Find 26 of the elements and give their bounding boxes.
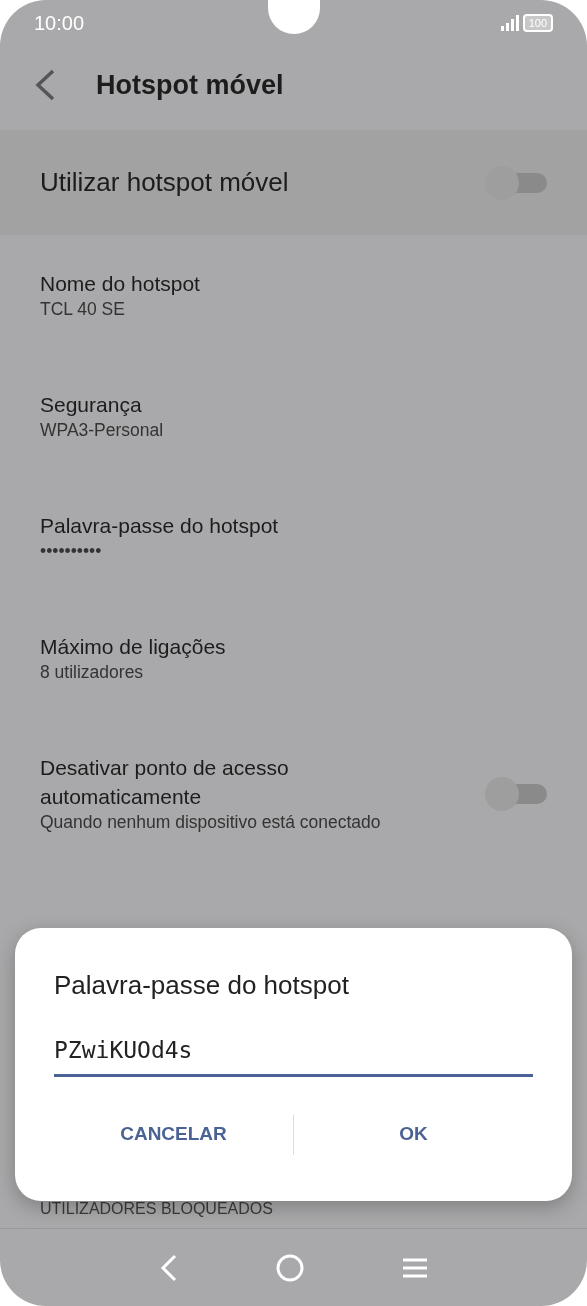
ok-button[interactable]: OK xyxy=(294,1114,533,1155)
setting-summary: 8 utilizadores xyxy=(40,661,145,685)
setting-title: Palavra-passe do hotspot xyxy=(40,512,280,539)
back-icon[interactable] xyxy=(34,68,56,102)
setting-title: Segurança xyxy=(40,391,143,418)
setting-title: Desativar ponto de acesso automaticamente xyxy=(40,755,290,810)
setting-summary: WPA3-Personal xyxy=(40,419,165,443)
setting-title: Máximo de ligações xyxy=(40,633,227,660)
password-field[interactable]: PZwiKUOd4s xyxy=(54,1033,533,1077)
cancel-button[interactable]: CANCELAR xyxy=(54,1114,293,1155)
signal-icon xyxy=(500,15,519,31)
camera-notch xyxy=(268,0,320,34)
toggle-switch[interactable] xyxy=(485,165,547,200)
dialog-title: Palavra-passe do hotspot xyxy=(54,969,350,1002)
toggle-switch[interactable] xyxy=(485,777,547,811)
back-icon[interactable] xyxy=(158,1253,179,1282)
page-title: Hotspot móvel xyxy=(96,68,284,102)
clock: 10:00 xyxy=(34,11,85,36)
setting-title: Nome do hotspot xyxy=(40,270,201,297)
menu-icon[interactable] xyxy=(402,1256,429,1279)
setting-summary: TCL 40 SE xyxy=(40,298,126,322)
setting-title: Utilizar hotspot móvel xyxy=(40,165,290,199)
setting-summary: Quando nenhum dispositivo está conectado xyxy=(40,810,382,834)
home-icon[interactable] xyxy=(276,1253,305,1282)
setting-summary: •••••••••• xyxy=(40,540,103,564)
section-header: UTILIZADORES BLOQUEADOS xyxy=(40,1199,273,1219)
